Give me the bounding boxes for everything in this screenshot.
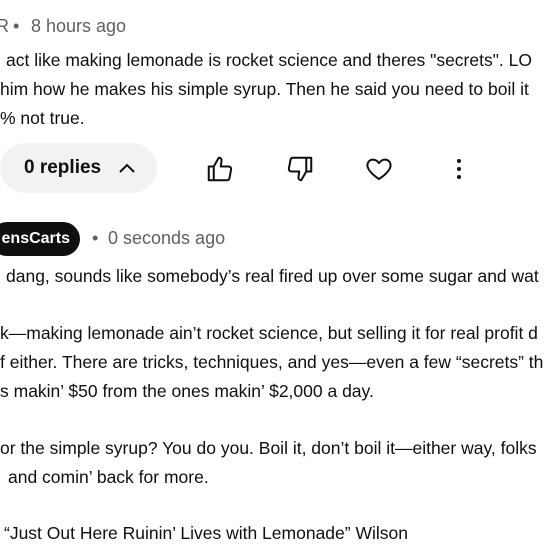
meta-separator: •: [92, 228, 99, 248]
chevron-up-icon: [117, 158, 137, 178]
comment-text-line: f either. There are tricks, techniques, …: [0, 352, 544, 372]
comment-text-line: k—making lemonade ain’t rocket science, …: [0, 323, 538, 343]
like-button[interactable]: [205, 154, 235, 184]
comment-author-name: ensCarts: [1, 230, 70, 247]
comment-text-line: s makin’ $50 from the ones makin’ $2,000…: [0, 381, 374, 401]
replies-toggle-button[interactable]: 0 replies: [0, 143, 157, 193]
thumbs-up-icon: [205, 154, 235, 184]
author-chip[interactable]: ensCarts: [0, 222, 80, 256]
comment-text-line: or the simple syrup? You do you. Boil it…: [0, 438, 537, 458]
comment-author-fragment[interactable]: R: [0, 16, 9, 37]
comment-text-line: and comin’ back for more.: [8, 467, 209, 487]
thumbs-down-icon: [285, 154, 315, 184]
heart-button[interactable]: [364, 154, 394, 184]
heart-icon: [364, 154, 394, 184]
comment-timestamp[interactable]: 0 seconds ago: [108, 228, 225, 249]
comment-text-line: him how he makes his simple syrup. Then …: [0, 79, 529, 99]
comment-text-line: dang, sounds like somebody’s real fired …: [6, 266, 539, 286]
more-actions-button[interactable]: [444, 154, 474, 184]
comment-timestamp[interactable]: 8 hours ago: [31, 16, 126, 37]
more-vert-icon: [444, 154, 474, 184]
dislike-button[interactable]: [285, 154, 315, 184]
comment-text-line: act like making lemonade is rocket scien…: [6, 50, 532, 70]
replies-count-label: 0 replies: [24, 157, 102, 178]
meta-separator: •: [13, 16, 20, 36]
comment-signature: “Just Out Here Ruinin’ Lives with Lemona…: [4, 523, 408, 543]
comment-text-line: % not true.: [0, 108, 85, 128]
